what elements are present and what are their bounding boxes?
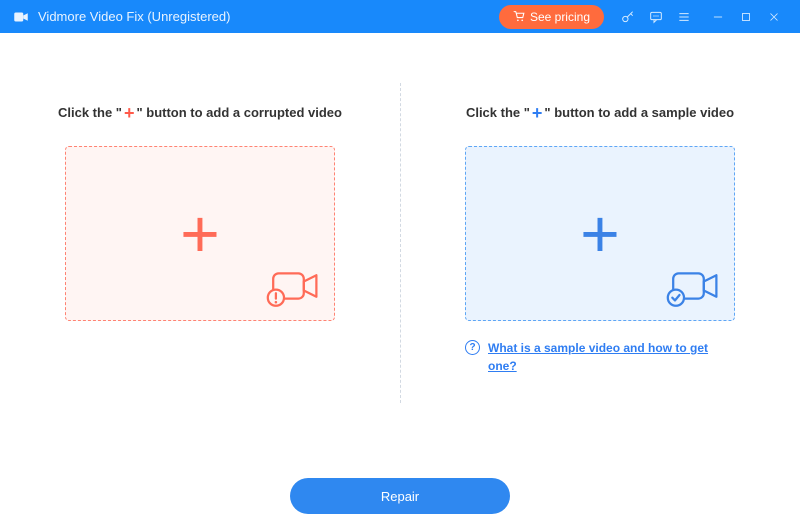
vertical-divider [400, 83, 401, 403]
see-pricing-button[interactable]: See pricing [499, 5, 604, 29]
corrupted-video-column: Click the "+" button to add a corrupted … [0, 33, 400, 478]
maximize-button[interactable] [732, 0, 760, 33]
plus-inline-red: + [122, 103, 137, 123]
close-icon [767, 10, 781, 24]
minimize-button[interactable] [704, 0, 732, 33]
hamburger-icon [676, 9, 692, 25]
help-icon: ? [465, 340, 480, 355]
app-logo-icon [12, 8, 30, 26]
sample-camera-icon [666, 268, 720, 308]
plus-inline-blue: + [530, 103, 545, 123]
close-button[interactable] [760, 0, 788, 33]
menu-icon-button[interactable] [670, 0, 698, 33]
feedback-icon-button[interactable] [642, 0, 670, 33]
sample-instruction: Click the "+" button to add a sample vid… [466, 101, 734, 122]
add-corrupted-video-dropzone[interactable]: + [65, 146, 335, 321]
key-icon [620, 9, 636, 25]
footer: Repair [0, 478, 800, 520]
maximize-icon [739, 10, 753, 24]
sample-video-column: Click the "+" button to add a sample vid… [400, 33, 800, 478]
titlebar: Vidmore Video Fix (Unregistered) See pri… [0, 0, 800, 33]
chat-icon [648, 9, 664, 25]
key-icon-button[interactable] [614, 0, 642, 33]
plus-icon: + [580, 200, 620, 268]
add-sample-video-dropzone[interactable]: + [465, 146, 735, 321]
corrupted-camera-icon [266, 268, 320, 308]
repair-button[interactable]: Repair [290, 478, 510, 514]
main-content: Click the "+" button to add a corrupted … [0, 33, 800, 478]
sample-help-link[interactable]: What is a sample video and how to get on… [488, 339, 735, 375]
plus-icon: + [180, 200, 220, 268]
cart-icon [513, 10, 526, 23]
sample-help-row: ? What is a sample video and how to get … [465, 339, 735, 375]
corrupted-instruction: Click the "+" button to add a corrupted … [58, 101, 342, 122]
app-title: Vidmore Video Fix (Unregistered) [38, 9, 230, 24]
minimize-icon [711, 10, 725, 24]
see-pricing-label: See pricing [530, 10, 590, 24]
